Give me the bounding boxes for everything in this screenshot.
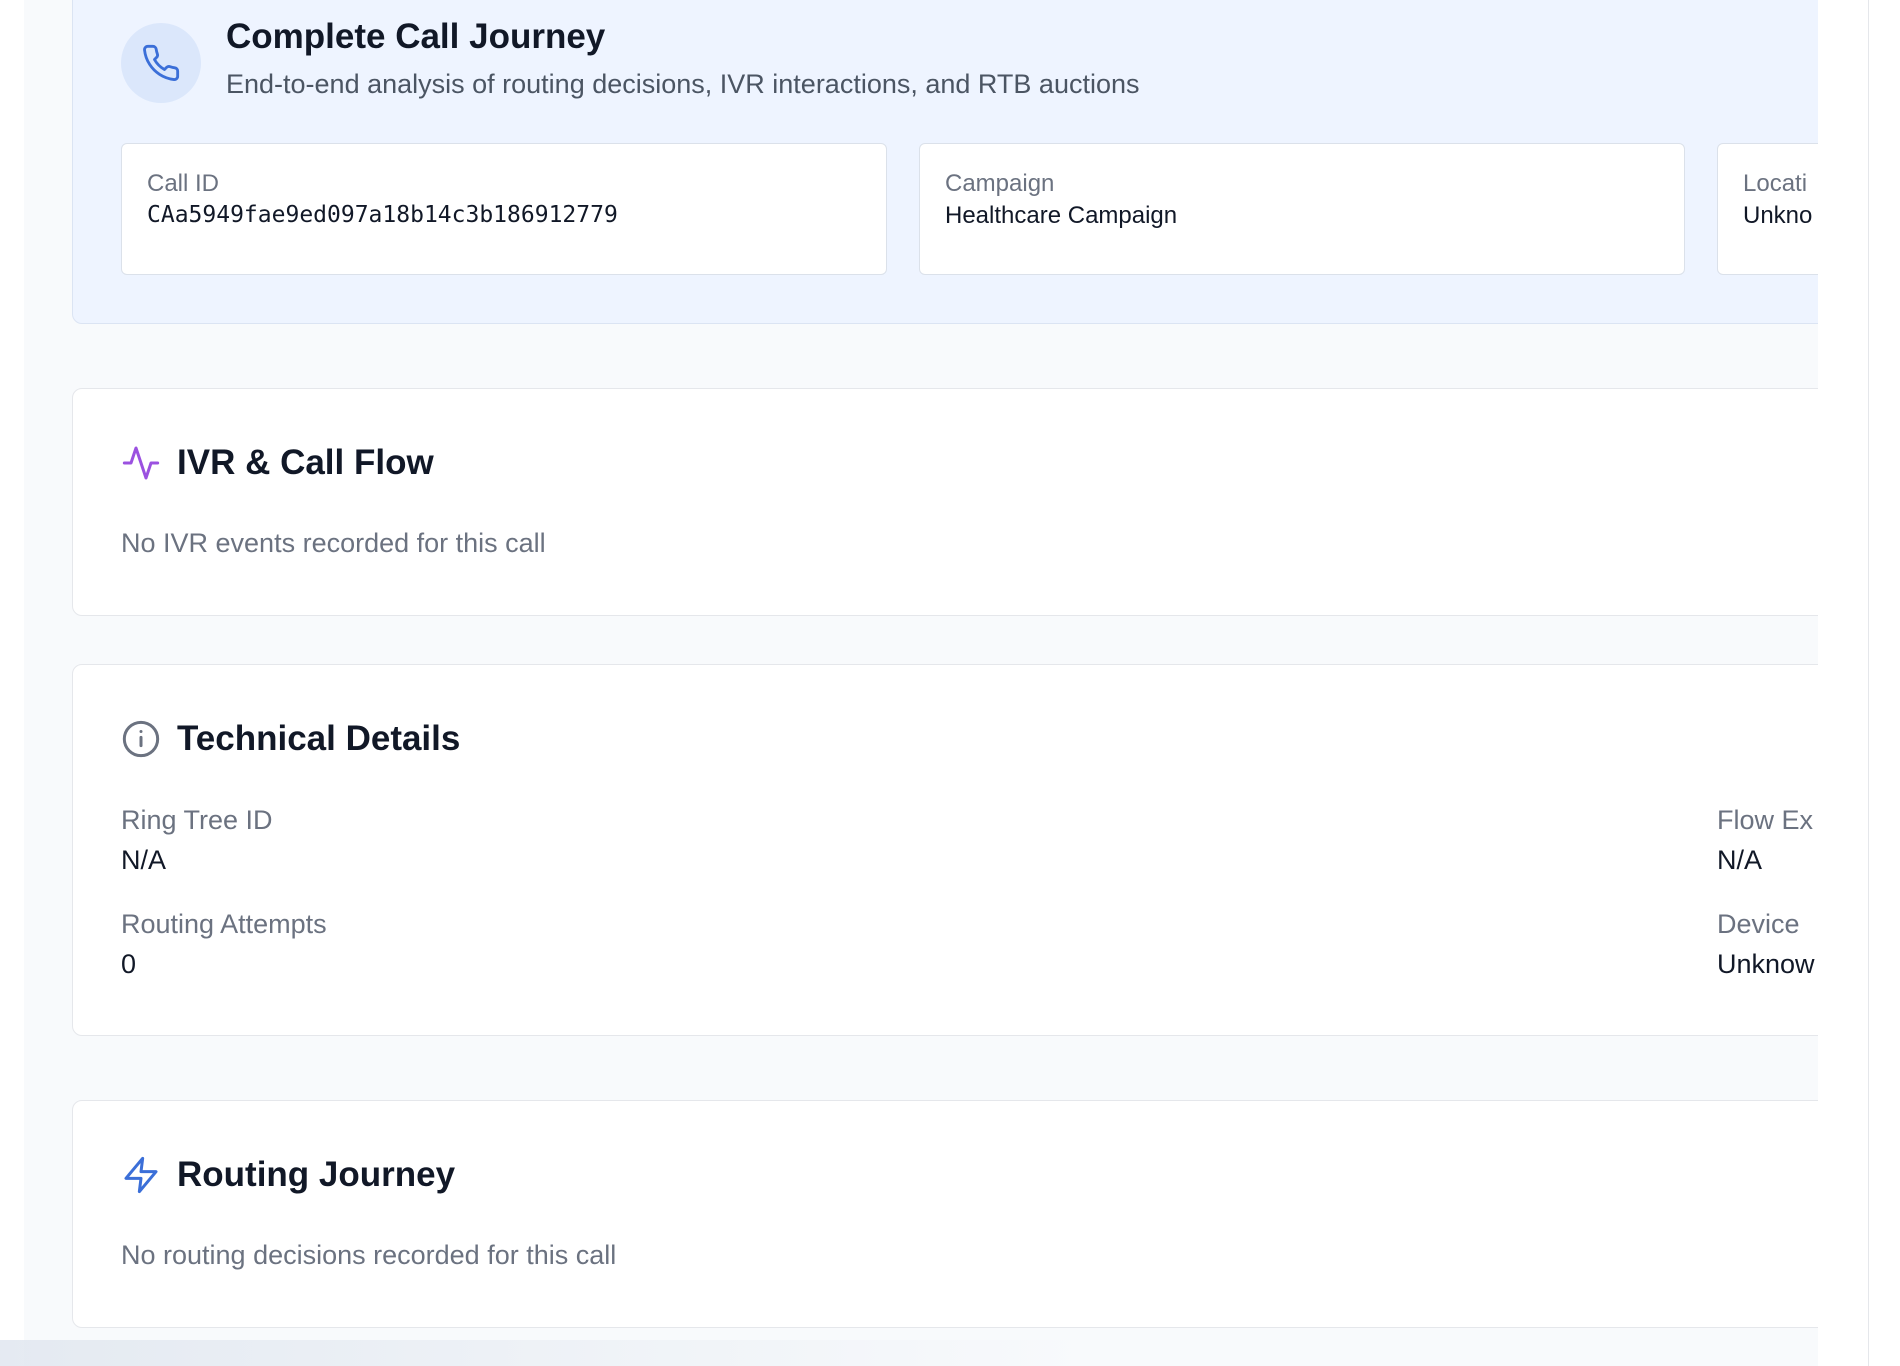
ring-tree-id-label: Ring Tree ID — [121, 805, 273, 835]
ivr-empty-message: No IVR events recorded for this call — [121, 528, 546, 558]
flow-execution-label: Flow Ex — [1717, 805, 1814, 835]
lightning-icon — [121, 1155, 161, 1195]
campaign-value: Healthcare Campaign — [945, 202, 1178, 229]
technical-section-header: Technical Details — [121, 719, 460, 759]
right-gutter — [1818, 0, 1900, 1366]
routing-attempts-value: 0 — [121, 949, 137, 979]
routing-section-header: Routing Journey — [121, 1155, 455, 1195]
campaign-box: Campaign Healthcare Campaign — [919, 143, 1685, 275]
routing-attempts-label: Routing Attempts — [121, 909, 327, 939]
campaign-label: Campaign — [945, 170, 1055, 197]
routing-empty-message: No routing decisions recorded for this c… — [121, 1240, 617, 1270]
ivr-section-title: IVR & Call Flow — [177, 443, 434, 482]
bottom-fade — [0, 1340, 1100, 1366]
ivr-call-flow-card: IVR & Call Flow No IVR events recorded f… — [72, 388, 1818, 616]
call-journey-header: Complete Call Journey End-to-end analysi… — [72, 0, 1818, 324]
device-type-value: Unknow — [1717, 949, 1815, 979]
call-id-box: Call ID CAa5949fae9ed097a18b14c3b1869127… — [121, 143, 887, 275]
ivr-section-header: IVR & Call Flow — [121, 443, 434, 483]
info-icon — [121, 719, 161, 759]
technical-section-title: Technical Details — [177, 719, 461, 758]
routing-journey-card: Routing Journey No routing decisions rec… — [72, 1100, 1818, 1328]
page-content: Complete Call Journey End-to-end analysi… — [24, 0, 1818, 1366]
scrollbar-track[interactable] — [1868, 0, 1869, 1366]
technical-details-card: Technical Details Ring Tree ID N/A Flow … — [72, 664, 1818, 1036]
page-subtitle: End-to-end analysis of routing decisions… — [226, 69, 1140, 99]
phone-icon — [121, 23, 201, 103]
page-title: Complete Call Journey — [226, 17, 606, 56]
device-type-label: Device — [1717, 909, 1800, 939]
call-id-value: CAa5949fae9ed097a18b14c3b186912779 — [147, 202, 618, 228]
location-box: Locati Unkno — [1717, 143, 1818, 275]
call-id-label: Call ID — [147, 170, 220, 197]
location-value: Unkno — [1743, 202, 1813, 229]
ring-tree-id-value: N/A — [121, 845, 167, 875]
flow-execution-value: N/A — [1717, 845, 1763, 875]
activity-icon — [121, 443, 161, 483]
location-label: Locati — [1743, 170, 1808, 197]
routing-section-title: Routing Journey — [177, 1155, 456, 1194]
